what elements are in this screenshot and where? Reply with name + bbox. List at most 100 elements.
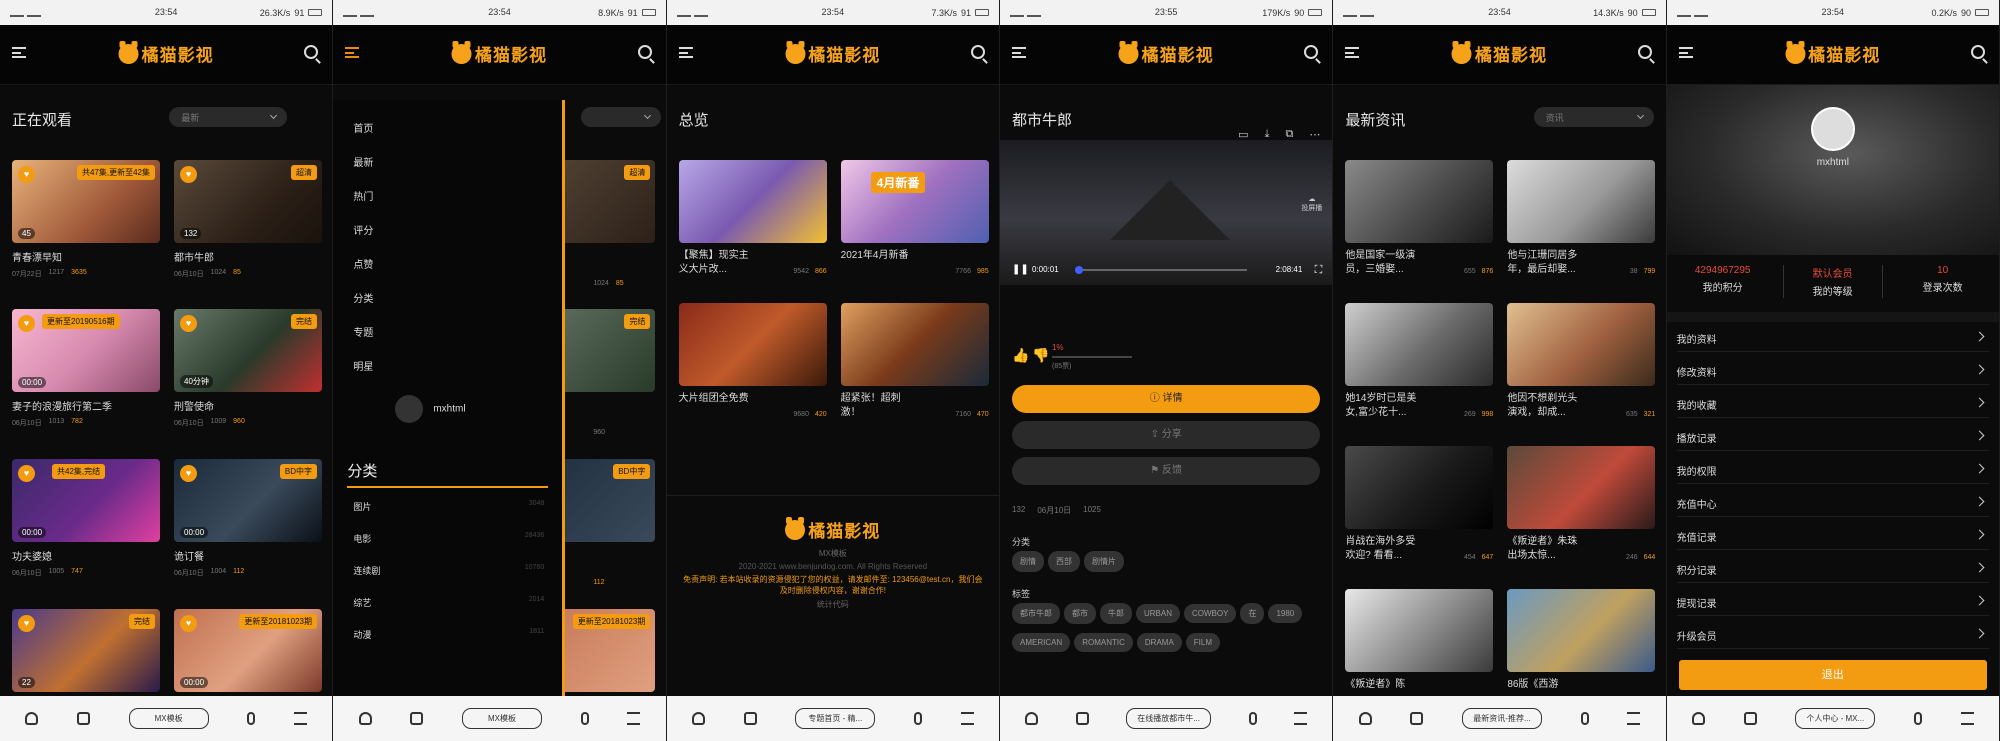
app-logo[interactable]: 橘猫影视: [451, 40, 547, 66]
search-icon[interactable]: [970, 45, 985, 59]
more-icon[interactable]: ⋯: [1309, 128, 1320, 141]
home-icon[interactable]: [1691, 712, 1705, 725]
menu-recharge[interactable]: 充值中心: [1676, 487, 1989, 517]
avatar[interactable]: [1810, 107, 1855, 151]
drawer-user[interactable]: mxhtml: [395, 395, 466, 423]
menu-item[interactable]: 首页: [353, 120, 373, 135]
app-logo[interactable]: 橘猫影视: [118, 40, 214, 66]
app-logo[interactable]: 橘猫影视: [1451, 40, 1547, 66]
menu-icon[interactable]: [345, 47, 360, 58]
menu-item[interactable]: 评分: [353, 222, 373, 237]
home-icon[interactable]: [25, 712, 39, 725]
menu-item[interactable]: 热门: [353, 188, 373, 203]
search-icon[interactable]: [1970, 45, 1985, 59]
video-player[interactable]: ▭ ⤓ ⧉ ⋯ ☁ 投屏播 ❚❚ 0:00:01 2:08:41 ⛶: [999, 128, 1333, 285]
search-icon[interactable]: [1637, 45, 1652, 59]
topic-card[interactable]: 4月新番 2021年4月新番 7766 985: [840, 160, 989, 275]
news-card[interactable]: 他是国家一级演员，三婚娶... 655 876: [1345, 160, 1494, 277]
share-button[interactable]: ⇪ 分享: [1011, 421, 1321, 449]
like-icon[interactable]: 👍: [1012, 347, 1029, 364]
tab-pill[interactable]: MX模板: [128, 708, 209, 729]
cast-button[interactable]: ☁ 投屏播: [1301, 195, 1322, 213]
app-logo[interactable]: 橘猫影视: [1118, 40, 1214, 66]
topic-card[interactable]: 超紧张！超刺激！ 7160 470: [840, 303, 989, 420]
back-icon[interactable]: [1410, 712, 1424, 725]
video-card[interactable]: ♥ 更新至20181023期 00:00: [174, 609, 322, 692]
search-icon[interactable]: [637, 45, 652, 59]
favorite-icon[interactable]: ♥: [180, 315, 197, 332]
home-icon[interactable]: [1024, 712, 1038, 725]
video-card[interactable]: ♥ BD中字 00:00 诡订餐 06月10日 1004 112: [174, 459, 322, 578]
news-card[interactable]: 《叛逆者》朱珠出场太惊... 246 644: [1507, 446, 1656, 563]
back-icon[interactable]: [410, 712, 424, 725]
menu-lines-icon[interactable]: [1627, 712, 1641, 725]
news-card[interactable]: 他因不想剃光头演戏，却成... 635 321: [1507, 303, 1656, 420]
category-item[interactable]: 图片 3048: [353, 500, 544, 513]
fullscreen-icon[interactable]: ⛶: [1315, 264, 1323, 277]
mic-icon[interactable]: [1580, 712, 1589, 725]
category-item[interactable]: 动漫 1811: [353, 628, 544, 641]
menu-icon[interactable]: [1678, 47, 1693, 58]
news-card[interactable]: 86版《西游: [1507, 589, 1656, 692]
menu-item[interactable]: 点赞: [353, 256, 373, 271]
video-card[interactable]: ♥ 完结 22: [12, 609, 160, 692]
tab-pill[interactable]: 在线播放都市牛...: [1126, 708, 1211, 729]
menu-history[interactable]: 播放记录: [1676, 421, 1989, 451]
app-logo[interactable]: 橘猫影视: [1785, 40, 1880, 66]
video-card[interactable]: ♥ 更新至20190516期 00:00 妻子的浪漫旅行第二季 06月10日 1013…: [12, 309, 160, 428]
menu-item[interactable]: 明星: [353, 358, 373, 373]
favorite-icon[interactable]: ♥: [180, 465, 197, 482]
mic-icon[interactable]: [913, 712, 922, 725]
topic-card[interactable]: 【聚焦】现实主义大片改... 9542 866: [678, 160, 827, 277]
menu-icon[interactable]: [1011, 47, 1026, 58]
menu-item[interactable]: 最新: [353, 154, 373, 169]
detail-button[interactable]: ⓘ 详情: [1011, 385, 1321, 413]
favorite-icon[interactable]: ♥: [18, 465, 35, 482]
sort-select[interactable]: [580, 107, 661, 127]
menu-lines-icon[interactable]: [1294, 712, 1308, 725]
menu-lines-icon[interactable]: [960, 712, 974, 725]
news-card[interactable]: 他与江珊同居多年，最后却娶... 38 799: [1507, 160, 1656, 277]
video-card[interactable]: ♥ 超清 132 都市牛郎 06月10日 1024 85: [174, 160, 322, 279]
download-icon[interactable]: ⤓: [1265, 128, 1270, 141]
menu-lines-icon[interactable]: [627, 712, 641, 725]
menu-permissions[interactable]: 我的权限: [1676, 454, 1989, 484]
news-select[interactable]: 资讯: [1533, 107, 1654, 127]
category-item[interactable]: 连续剧 10760: [353, 564, 544, 577]
news-card[interactable]: 肖战在海外多受欢迎? 看看... 454 647: [1345, 446, 1494, 563]
home-icon[interactable]: [1358, 712, 1372, 725]
favorite-icon[interactable]: ♥: [18, 166, 35, 183]
home-icon[interactable]: [691, 712, 705, 725]
back-icon[interactable]: [1075, 712, 1089, 725]
mic-icon[interactable]: [1248, 712, 1257, 725]
video-card[interactable]: ♥ 共47集,更新至42集 45 青春漂早知 07月22日 1217 3635: [12, 160, 160, 279]
menu-lines-icon[interactable]: [293, 712, 307, 725]
tab-pill[interactable]: 专题首页 - 精...: [795, 708, 876, 729]
menu-upgrade[interactable]: 升级会员: [1676, 619, 1989, 649]
favorite-icon[interactable]: ♥: [180, 166, 197, 183]
menu-my-profile[interactable]: 我的资料: [1676, 322, 1989, 352]
pip-icon[interactable]: ⧉: [1285, 128, 1293, 141]
sort-select[interactable]: 最新: [169, 107, 288, 127]
menu-withdraw-log[interactable]: 提现记录: [1676, 586, 1989, 616]
news-card[interactable]: 《叛逆者》陈: [1345, 589, 1494, 692]
video-card[interactable]: ♥ 完结 40分钟 刑警使命 06月10日 1009 960: [174, 309, 322, 428]
back-icon[interactable]: [76, 712, 90, 725]
menu-lines-icon[interactable]: [1960, 712, 1974, 725]
tab-pill[interactable]: MX模板: [461, 708, 542, 729]
category-item[interactable]: 电影 28436: [353, 532, 544, 545]
favorite-icon[interactable]: ♥: [18, 615, 35, 632]
menu-favorites[interactable]: 我的收藏: [1676, 388, 1989, 418]
progress-bar[interactable]: [1074, 266, 1248, 274]
menu-icon[interactable]: [678, 47, 693, 58]
favorite-icon[interactable]: ♥: [18, 315, 35, 332]
search-icon[interactable]: [304, 45, 319, 59]
back-icon[interactable]: [743, 712, 757, 725]
mic-icon[interactable]: [1913, 712, 1922, 725]
app-logo[interactable]: 橘猫影视: [785, 40, 880, 66]
subtitle-icon[interactable]: ▭: [1238, 128, 1248, 141]
menu-icon[interactable]: [1345, 47, 1360, 58]
video-card[interactable]: ♥ 共42集,完结 00:00 功夫婆媳 06月10日 1005 747: [12, 459, 160, 578]
menu-points-log[interactable]: 积分记录: [1676, 553, 1989, 583]
home-icon[interactable]: [358, 712, 372, 725]
